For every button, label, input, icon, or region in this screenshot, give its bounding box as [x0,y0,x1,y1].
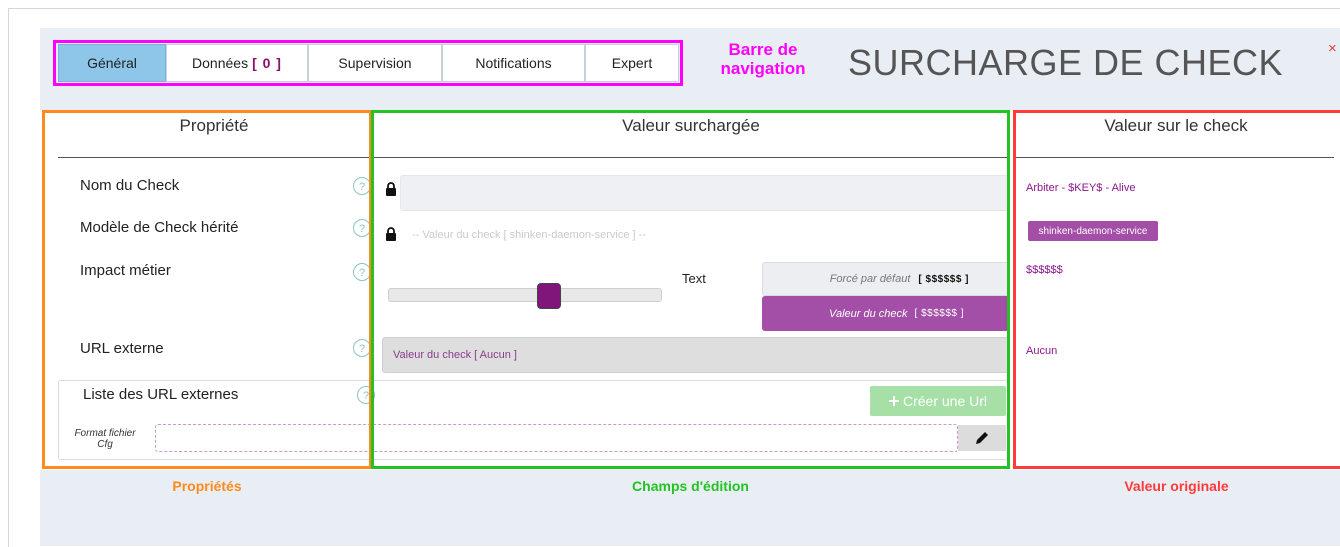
tab-general[interactable]: Général [58,44,166,82]
properties-highlight [42,110,372,469]
tab-label: Expert [611,55,653,71]
edit-fields-highlight [371,110,1010,469]
original-value-highlight [1013,110,1340,469]
tab-expert[interactable]: Expert [585,44,679,82]
close-icon[interactable]: × [1328,40,1337,57]
edit-fields-caption: Champs d'édition [632,478,749,494]
tab-label: Données [192,55,249,71]
page-title: SURCHARGE DE CHECK [848,42,1284,83]
tab-donnees[interactable]: Données [ 0 ] [166,44,308,82]
nav-bar-annotation: Barre de navigation [700,40,826,78]
annotation-line: Barre de [728,40,798,59]
tab-label: Général [87,55,137,71]
original-value-caption: Valeur originale [1124,478,1229,494]
properties-caption: Propriétés [172,478,242,494]
annotation-line: navigation [720,59,806,78]
tab-notifications[interactable]: Notifications [442,44,585,82]
tab-supervision[interactable]: Supervision [308,44,442,82]
data-count-badge: [ 0 ] [252,55,282,71]
tab-label: Notifications [475,55,552,71]
tab-label: Supervision [338,55,412,71]
